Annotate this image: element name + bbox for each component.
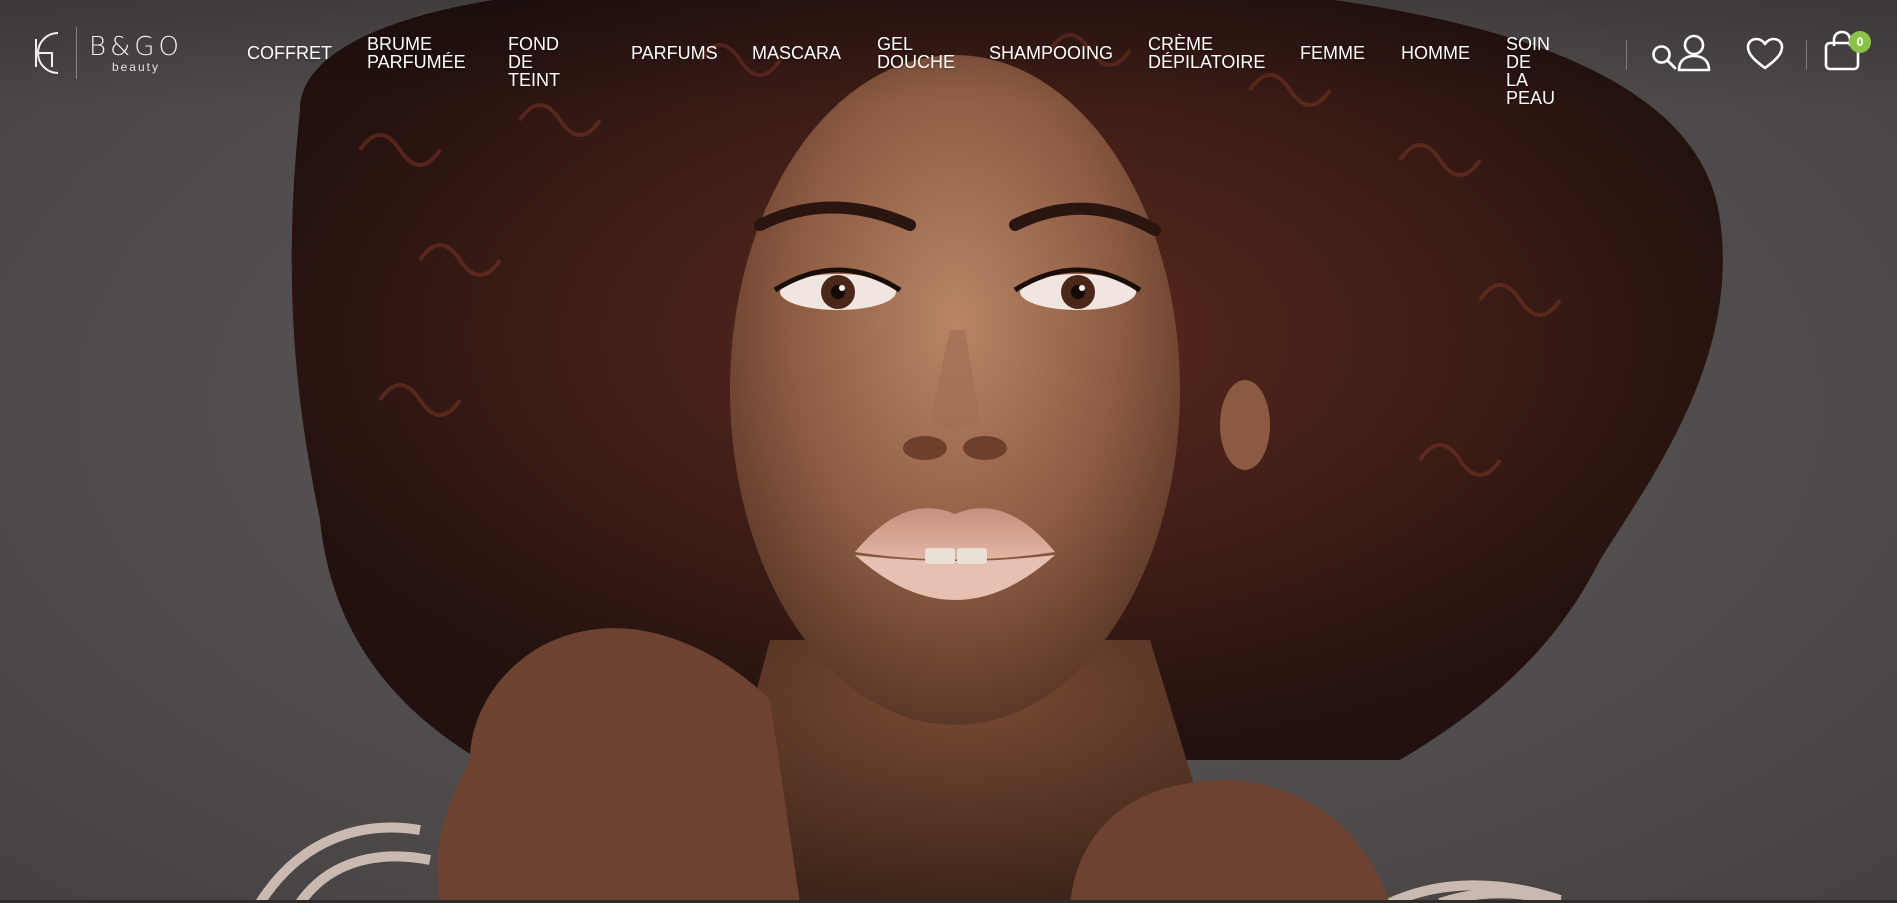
cart-count-badge: 0 [1849, 31, 1871, 53]
site-header: B&GO beauty COFFRET BRUME PARFUMÉE FOND … [0, 0, 1897, 107]
hero-banner [0, 0, 1897, 903]
logo-monogram-icon [35, 32, 59, 74]
logo-wordmark: B&GO beauty [89, 33, 183, 73]
nav-item-soin-de-la-peau[interactable]: SOIN DE LA PEAU [1506, 35, 1555, 107]
header-divider [1626, 40, 1627, 70]
nav-item-gel-douche[interactable]: GEL DOUCHE [877, 35, 955, 71]
logo-divider [76, 27, 77, 79]
nav-item-homme[interactable]: HOMME [1401, 44, 1470, 62]
heart-icon[interactable] [1746, 37, 1784, 71]
nav-item-mascara[interactable]: MASCARA [752, 44, 841, 62]
nav-item-coffret[interactable]: COFFRET [247, 44, 332, 62]
nav-item-brume-parfumee[interactable]: BRUME PARFUMÉE [367, 35, 466, 71]
nav-item-shampooing[interactable]: SHAMPOOING [989, 44, 1113, 62]
hero-portrait-image [255, 0, 1723, 903]
user-icon[interactable] [1676, 34, 1712, 72]
nav-item-fond-de-teint[interactable]: FOND DE TEINT [508, 35, 560, 89]
nav-item-parfums[interactable]: PARFUMS [631, 44, 718, 62]
nav-item-creme-depilatoire[interactable]: CRÈME DÉPILATOIRE [1148, 35, 1265, 71]
nav-item-femme[interactable]: FEMME [1300, 44, 1365, 62]
search-icon[interactable] [1651, 44, 1677, 70]
brand-tagline: beauty [111, 60, 160, 74]
brand-name: B&GO [89, 32, 183, 62]
brand-logo[interactable]: B&GO beauty [22, 26, 192, 80]
header-divider [1806, 40, 1807, 70]
